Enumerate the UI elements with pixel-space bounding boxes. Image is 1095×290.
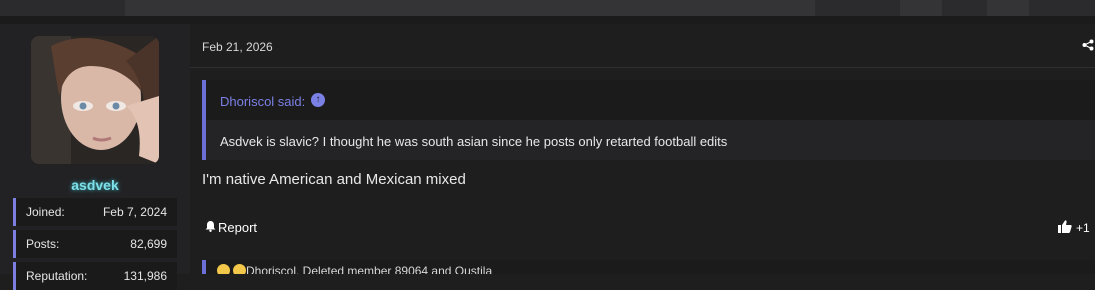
nav-button[interactable] <box>900 0 942 16</box>
bell-icon <box>205 220 216 235</box>
quote-body: Asdvek is slavic? I thought he was south… <box>206 120 1095 160</box>
like-button[interactable]: +1 <box>1058 220 1090 236</box>
quote-author[interactable]: Dhoriscol said: <box>220 94 305 109</box>
stat-reputation: Reputation: 131,986 <box>13 262 177 290</box>
stat-label: Posts: <box>26 237 60 251</box>
like-count: +1 <box>1076 221 1090 235</box>
post-date[interactable]: Feb 21, 2026 <box>202 40 273 54</box>
quote-block: Dhoriscol said: ↑ Asdvek is slavic? I th… <box>202 80 1095 160</box>
laugh-emoji-icon <box>217 264 230 274</box>
username[interactable]: asdvek <box>0 177 190 193</box>
avatar[interactable] <box>31 36 159 164</box>
thumbs-up-icon <box>1058 220 1072 236</box>
stat-posts: Posts: 82,699 <box>13 230 177 258</box>
share-icon[interactable] <box>1082 39 1094 54</box>
stat-joined: Joined: Feb 7, 2024 <box>13 198 177 226</box>
nav-button[interactable] <box>987 0 1029 16</box>
post-content: Feb 21, 2026 Dhoriscol said: ↑ Asdvek is… <box>190 24 1095 274</box>
header-divider <box>0 16 1095 24</box>
confused-emoji-icon <box>233 264 246 274</box>
user-sidebar: asdvek Joined: Feb 7, 2024 Posts: 82,699… <box>0 24 190 290</box>
avatar-image <box>31 36 159 164</box>
reactions-bar[interactable]: Dhoriscol, Deleted member 89064 and Oust… <box>202 260 1095 274</box>
stat-value: 82,699 <box>130 237 167 251</box>
report-button[interactable]: Report <box>205 220 257 235</box>
top-nav-bar <box>0 0 1095 16</box>
stat-label: Reputation: <box>26 269 88 283</box>
quote-text: Asdvek is slavic? I thought he was south… <box>220 134 728 149</box>
stat-value: Feb 7, 2024 <box>102 205 167 219</box>
stat-value: 131,986 <box>123 269 167 283</box>
reactions-text[interactable]: Dhoriscol, Deleted member 89064 and Oust… <box>246 264 492 274</box>
arrow-up-icon[interactable]: ↑ <box>311 93 325 107</box>
post-header-divider <box>190 67 1095 68</box>
stat-label: Joined: <box>26 205 65 219</box>
quote-header: Dhoriscol said: ↑ <box>206 80 1095 120</box>
nav-segment <box>125 0 815 16</box>
report-label: Report <box>218 220 258 235</box>
post-message: I'm native American and Mexican mixed <box>202 171 466 188</box>
